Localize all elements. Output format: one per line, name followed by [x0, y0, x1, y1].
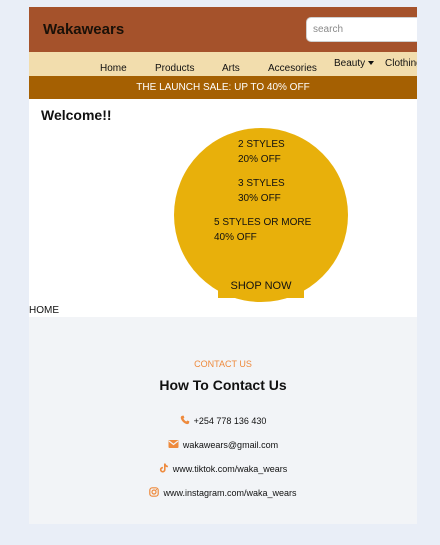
nav-dropdown-label: Beauty	[334, 58, 366, 69]
contact-title: How To Contact Us	[159, 377, 287, 393]
contact-email[interactable]: wakawears@gmail.com	[29, 439, 417, 450]
nav-item-products[interactable]: Products	[155, 63, 194, 74]
offer-tier-1-styles: 2 STYLES	[238, 139, 285, 150]
contact-tiktok-text: www.tiktok.com/waka_wears	[172, 464, 288, 474]
site-header: Wakawears	[29, 7, 417, 52]
offer-tier-1: 2 STYLES 20% OFF	[238, 137, 285, 167]
nav-item-arts[interactable]: Arts	[222, 63, 240, 74]
breadcrumb[interactable]: HOME	[29, 305, 59, 316]
mail-icon	[168, 440, 179, 448]
nav-item-clothing[interactable]: Clothing	[385, 58, 417, 69]
offer-tier-2-styles: 3 STYLES	[238, 178, 285, 189]
offer-tier-1-discount: 20% OFF	[238, 154, 281, 165]
brand-logo[interactable]: Wakawears	[43, 21, 124, 38]
sale-banner: THE LAUNCH SALE: UP TO 40% OFF	[29, 76, 417, 99]
offer-tier-3-styles: 5 STYLES OR MORE	[214, 217, 312, 228]
main-nav: Home Products Arts Accesories Beauty Clo…	[29, 52, 417, 76]
contact-tiktok[interactable]: www.tiktok.com/waka_wears	[29, 463, 417, 474]
contact-phone[interactable]: +254 778 136 430	[29, 415, 417, 426]
contact-phone-text: +254 778 136 430	[193, 416, 267, 426]
offer-tier-3-discount: 40% OFF	[214, 232, 257, 243]
nav-dropdown-beauty[interactable]: Beauty	[334, 58, 375, 69]
contact-eyebrow: CONTACT US	[194, 359, 252, 369]
welcome-heading: Welcome!!	[41, 107, 112, 123]
tiktok-icon	[159, 463, 168, 473]
contact-email-text: wakawears@gmail.com	[182, 440, 279, 450]
instagram-icon	[149, 487, 160, 497]
page: Wakawears Home Products Arts Accesories …	[29, 7, 417, 524]
search-input[interactable]	[306, 17, 417, 42]
offer-tier-3: 5 STYLES OR MORE 40% OFF	[214, 215, 311, 245]
nav-item-home[interactable]: Home	[100, 63, 127, 74]
offer-tier-2: 3 STYLES 30% OFF	[238, 176, 285, 206]
caret-down-icon	[368, 61, 375, 65]
contact-instagram[interactable]: www.instagram.com/waka_wears	[29, 487, 417, 498]
phone-icon	[180, 415, 189, 425]
contact-instagram-text: www.instagram.com/waka_wears	[163, 488, 297, 498]
nav-item-accesories[interactable]: Accesories	[268, 63, 317, 74]
contact-section: CONTACT US How To Contact Us +254 778 13…	[29, 317, 417, 524]
shop-now-button[interactable]: SHOP NOW	[218, 273, 304, 298]
offer-tier-2-discount: 30% OFF	[238, 193, 281, 204]
